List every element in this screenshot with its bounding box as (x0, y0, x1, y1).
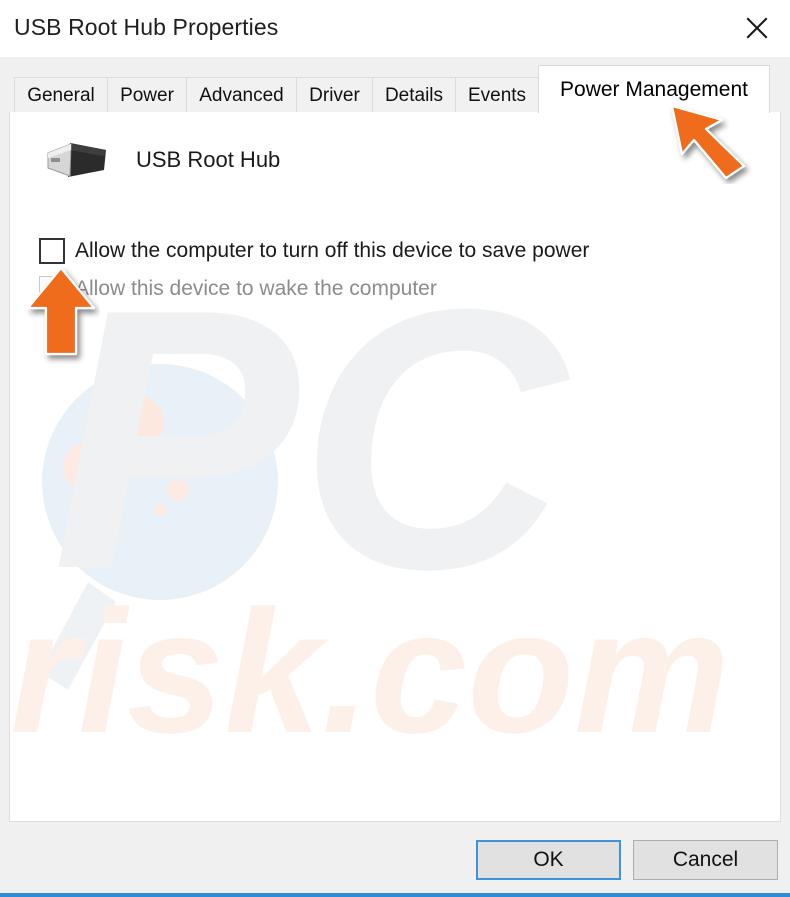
tab-label: Advanced (199, 84, 284, 106)
tab-details[interactable]: Details (372, 77, 456, 113)
checkbox-row-wake-computer: Allow this device to wake the computer (39, 276, 437, 302)
cancel-button[interactable]: Cancel (633, 840, 778, 880)
ok-button[interactable]: OK (476, 840, 621, 880)
tab-events[interactable]: Events (455, 77, 539, 113)
checkbox-wake-computer (39, 276, 65, 302)
watermark: PC risk.com (10, 112, 780, 821)
checkbox-label-turn-off-device: Allow the computer to turn off this devi… (75, 239, 590, 262)
tab-label: General (27, 84, 95, 106)
tab-power-management[interactable]: Power Management (538, 65, 770, 113)
close-button[interactable] (734, 8, 780, 48)
tab-general[interactable]: General (14, 77, 108, 113)
checkbox-label-wake-computer: Allow this device to wake the computer (75, 277, 437, 300)
tab-content-panel: PC risk.com USB Root Hub Allow the compu… (9, 112, 781, 822)
device-name: USB Root Hub (136, 147, 281, 172)
ok-button-label: OK (533, 848, 564, 871)
checkbox-turn-off-device[interactable] (39, 238, 65, 264)
checkbox-row-turn-off-device[interactable]: Allow the computer to turn off this devi… (39, 238, 589, 264)
close-icon (745, 16, 769, 40)
title-bar: USB Root Hub Properties (0, 0, 790, 57)
device-header: USB Root Hub (40, 137, 280, 183)
tab-label: Driver (309, 84, 360, 106)
tab-label: Events (467, 84, 527, 106)
tab-advanced[interactable]: Advanced (186, 77, 297, 113)
tab-label: Power (120, 84, 174, 106)
window-title: USB Root Hub Properties (14, 14, 279, 40)
cancel-button-label: Cancel (672, 848, 739, 871)
tab-label: Power Management (560, 77, 748, 101)
tab-driver[interactable]: Driver (296, 77, 373, 113)
tab-label: Details (384, 84, 444, 106)
tab-strip: General Power Advanced Driver Details Ev… (0, 57, 790, 113)
dialog-footer: OK Cancel (0, 822, 790, 893)
properties-dialog: USB Root Hub Properties General Power Ad… (0, 0, 790, 897)
usb-connector-icon (40, 137, 110, 183)
tab-power[interactable]: Power (107, 77, 187, 113)
svg-text:risk.com: risk.com (10, 575, 730, 770)
